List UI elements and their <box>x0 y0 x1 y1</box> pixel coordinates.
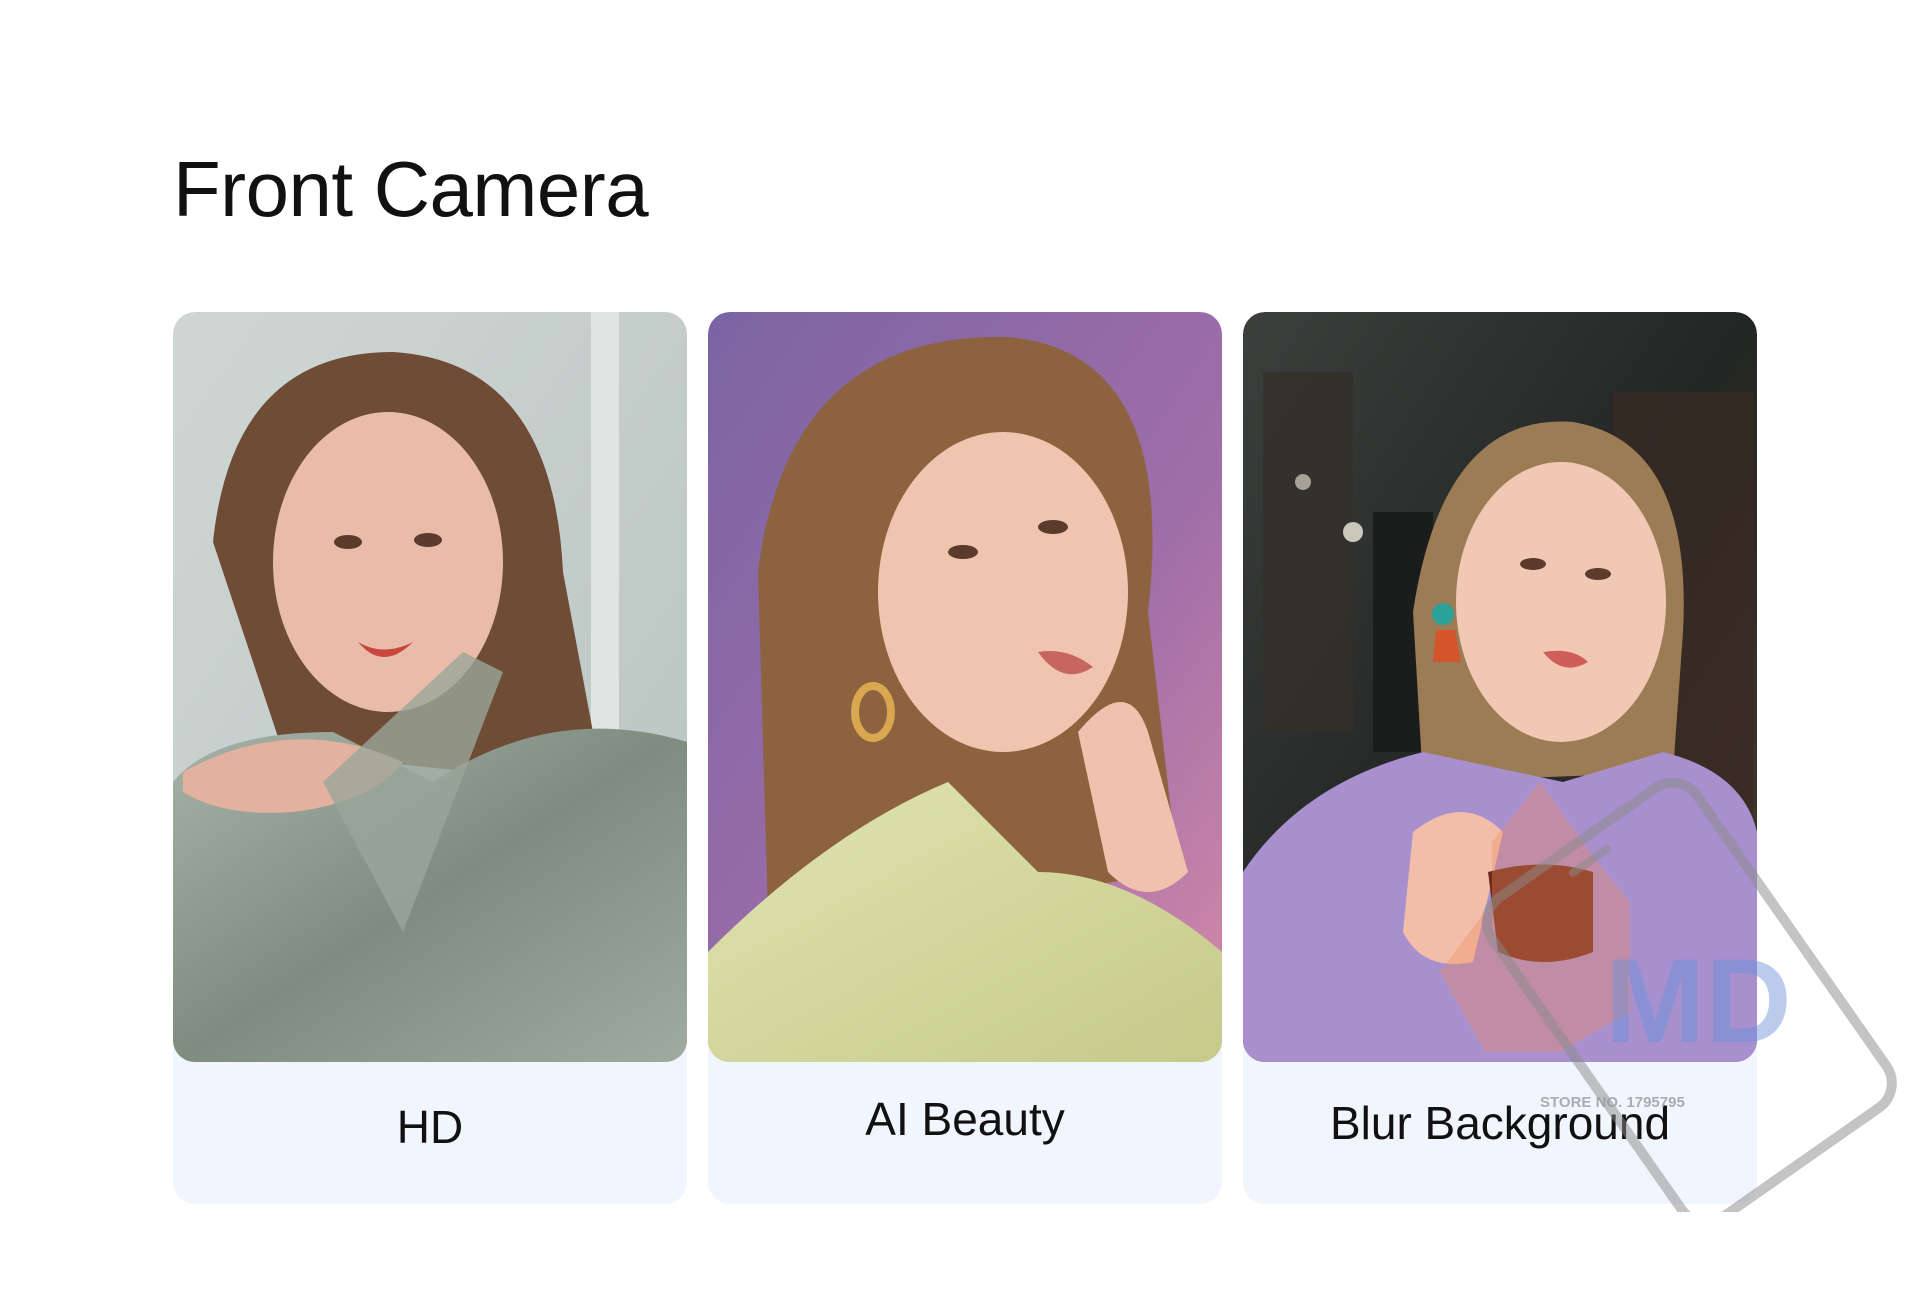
photo-portrait-hd <box>173 312 687 1062</box>
feature-card-blur-background: Blur Background <box>1243 312 1757 1204</box>
photo-portrait-blur-background <box>1243 312 1757 1062</box>
card-label: HD <box>396 1101 464 1153</box>
feature-card-hd: HD <box>173 312 687 1204</box>
card-label: Blur Background <box>1329 1097 1671 1149</box>
feature-card-ai-beauty: AI Beauty <box>708 312 1222 1204</box>
page-title: Front Camera <box>173 145 649 233</box>
photo-portrait-ai-beauty <box>708 312 1222 1062</box>
card-label: AI Beauty <box>865 1093 1065 1145</box>
